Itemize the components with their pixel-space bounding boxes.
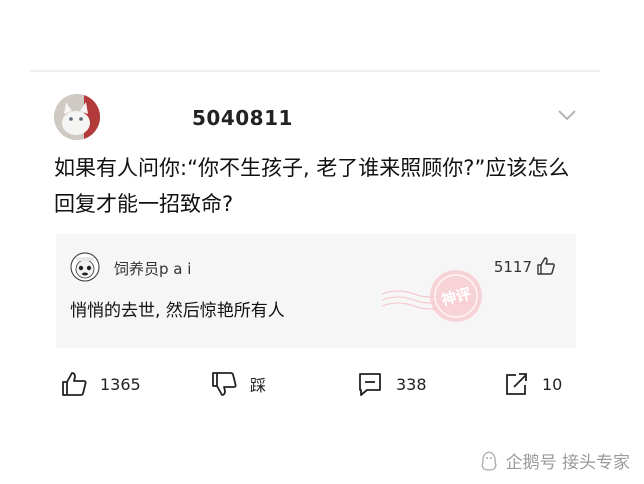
user-avatar[interactable] <box>54 94 100 140</box>
question-text: 如果有人问你:“你不生孩子, 老了谁来照顾你?”应该怎么回复才能一招致命? <box>54 156 570 216</box>
watermark: 企鹅号 接头专家 <box>478 448 630 473</box>
watermark-text: 企鹅号 接头专家 <box>505 453 630 473</box>
share-icon <box>506 373 527 395</box>
featured-reply[interactable]: 饲养员p a i 5117 悄悄的去世, 然后惊艳所有人 神评 <box>56 234 576 348</box>
reply-like-count: 5117 <box>493 258 532 276</box>
reply-author[interactable]: 饲养员p a i <box>114 258 191 279</box>
dislike-button[interactable]: 踩 <box>210 364 266 404</box>
comment-icon <box>359 373 381 396</box>
share-button[interactable]: 10 <box>502 364 562 404</box>
reply-text: 悄悄的去世, 然后惊艳所有人 <box>70 301 285 321</box>
like-count: 1365 <box>100 374 141 394</box>
action-bar: 1365 踩 338 10 <box>30 364 600 404</box>
chevron-down-icon[interactable] <box>556 108 578 122</box>
post-card: 5040811 如果有人问你:“你不生孩子, 老了谁来照顾你?”应该怎么回复才能… <box>30 72 600 432</box>
comment-button[interactable]: 338 <box>356 364 427 404</box>
reply-avatar[interactable] <box>70 252 100 282</box>
featured-stamp-icon: 神评 <box>381 270 482 322</box>
thumbs-down-icon <box>212 372 237 396</box>
like-button[interactable]: 1365 <box>60 364 141 404</box>
thumbs-up-icon[interactable] <box>536 256 556 276</box>
username[interactable]: 5040811 <box>192 106 293 130</box>
penguin-logo-icon <box>481 450 497 471</box>
dislike-label: 踩 <box>250 376 267 395</box>
thumbs-up-icon <box>62 372 87 396</box>
comment-count: 338 <box>396 374 427 394</box>
share-count: 10 <box>542 374 563 394</box>
